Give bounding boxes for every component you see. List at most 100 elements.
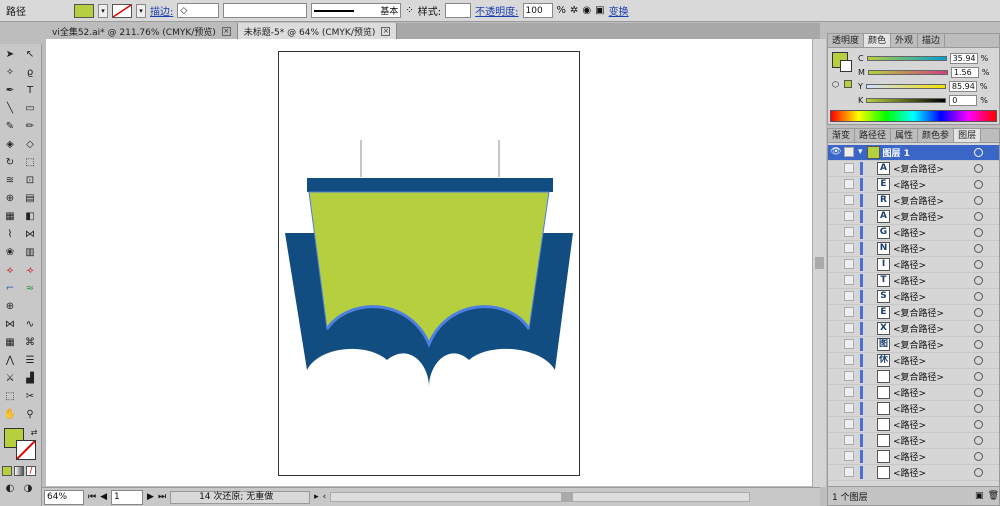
lock-toggle[interactable] xyxy=(844,355,854,366)
align-tool-icon[interactable]: ☰ xyxy=(22,354,38,368)
sublayer-row[interactable]: S <路径> xyxy=(828,289,999,305)
wave-tool-icon[interactable]: ∿ xyxy=(22,318,38,332)
live-paint-tool-icon[interactable]: ⟢ xyxy=(22,264,38,278)
direct-selection-tool-icon[interactable]: ↖ xyxy=(22,48,38,62)
recolor-icon[interactable]: ✲ xyxy=(570,5,578,16)
visibility-eye-icon[interactable] xyxy=(830,258,842,270)
stroke-swatch[interactable] xyxy=(112,3,132,18)
tab-layers[interactable]: 图层 xyxy=(954,129,982,142)
opacity-input[interactable]: 100 xyxy=(522,3,553,18)
lock-toggle[interactable] xyxy=(844,227,854,238)
lock-toggle[interactable] xyxy=(844,339,854,350)
tab-stroke[interactable]: 描边 xyxy=(918,34,946,47)
visibility-eye-icon[interactable] xyxy=(830,386,842,398)
input-y[interactable]: 85.94 xyxy=(948,80,977,92)
sublayer-row[interactable]: <路径> xyxy=(828,465,999,481)
layer-1-row[interactable]: 👁 ▾ 图层 1 xyxy=(828,145,999,161)
tab-document-1[interactable]: vi全集52.ai* @ 211.76% (CMYK/预览) × xyxy=(46,23,238,39)
input-m[interactable]: 1.56 xyxy=(950,66,979,78)
none-mode-icon[interactable]: / xyxy=(26,466,36,476)
visibility-eye-icon[interactable] xyxy=(830,226,842,238)
zoom-tool-icon[interactable]: ⚲ xyxy=(22,408,38,422)
lock-toggle[interactable] xyxy=(844,275,854,286)
lock-toggle[interactable] xyxy=(844,307,854,318)
pen-tool-icon[interactable]: ✒ xyxy=(2,84,18,98)
live-paint-selection-icon[interactable]: ⌐ xyxy=(2,282,18,296)
type-tool-icon[interactable]: T xyxy=(22,84,38,98)
slider-k[interactable] xyxy=(866,97,947,103)
stroke-weight-input[interactable]: ◇ xyxy=(177,3,220,18)
target-icon[interactable] xyxy=(974,435,983,445)
scroll-left-icon[interactable]: ‹ xyxy=(323,492,327,502)
transform-link[interactable]: 变换 xyxy=(609,3,629,18)
hand-tool-icon[interactable]: ✋ xyxy=(2,408,18,422)
rotate-tool-icon[interactable]: ↻ xyxy=(2,156,18,170)
lock-toggle[interactable] xyxy=(844,195,854,206)
lasso-tool-icon[interactable]: ϱ xyxy=(22,66,38,80)
rectangle-tool-icon[interactable]: ▭ xyxy=(22,102,38,116)
close-icon[interactable]: × xyxy=(221,26,231,36)
stroke-color-box[interactable] xyxy=(16,440,36,460)
scissors-tool-icon[interactable]: ✂ xyxy=(22,390,38,404)
swap-icon[interactable]: ⇄ xyxy=(26,426,42,440)
visibility-eye-icon[interactable] xyxy=(830,306,842,318)
expand-icon[interactable]: ▾ xyxy=(858,147,863,157)
input-c[interactable]: 35.94 xyxy=(949,52,978,64)
visibility-eye-icon[interactable] xyxy=(830,338,842,350)
visibility-eye-icon[interactable] xyxy=(830,194,842,206)
sublayer-row[interactable]: A <复合路径> xyxy=(828,161,999,177)
canvas-area[interactable] xyxy=(46,39,812,486)
isolate-icon[interactable]: ◉ xyxy=(582,5,591,16)
next-page-icon[interactable]: ▶ xyxy=(147,492,154,502)
perspective-grid-tool-icon[interactable]: ▤ xyxy=(22,192,38,206)
shape-builder-tool-icon[interactable]: ⊕ xyxy=(2,192,18,206)
sublayer-row[interactable]: N <路径> xyxy=(828,241,999,257)
lock-toggle[interactable] xyxy=(844,243,854,254)
pencil-tool-icon[interactable]: ✏ xyxy=(22,120,38,134)
target-icon[interactable] xyxy=(974,163,983,173)
lock-toggle[interactable] xyxy=(844,387,854,398)
target-icon[interactable] xyxy=(974,307,983,317)
target-icon[interactable] xyxy=(974,179,983,189)
visibility-eye-icon[interactable] xyxy=(830,322,842,334)
last-page-icon[interactable]: ⏭ xyxy=(158,492,166,502)
panel-stroke-box[interactable] xyxy=(840,60,852,72)
prev-page-icon[interactable]: ◀ xyxy=(100,492,107,502)
eyedropper-tool-icon[interactable]: ⌇ xyxy=(2,228,18,242)
slider-c[interactable] xyxy=(866,55,947,61)
envelope-tool-icon[interactable]: ⋈ xyxy=(2,318,18,332)
visibility-eye-icon[interactable] xyxy=(830,434,842,446)
target-icon[interactable] xyxy=(974,243,983,253)
sublayer-row[interactable]: <路径> xyxy=(828,417,999,433)
stroke-label[interactable]: 描边: xyxy=(150,3,173,18)
visibility-eye-icon[interactable] xyxy=(830,354,842,366)
target-icon[interactable] xyxy=(974,275,983,285)
eraser-tool-icon[interactable]: ◇ xyxy=(22,138,38,152)
lock-toggle[interactable] xyxy=(844,435,854,446)
target-icon[interactable] xyxy=(974,147,983,157)
visibility-eye-icon[interactable] xyxy=(830,210,842,222)
status-menu-icon[interactable]: ▸ xyxy=(314,492,319,502)
scroll-thumb[interactable] xyxy=(815,257,824,269)
artboard[interactable] xyxy=(278,51,580,476)
gradient-tool-icon[interactable]: ◧ xyxy=(22,210,38,224)
draw-normal-icon[interactable]: ◐ xyxy=(2,482,18,496)
first-page-icon[interactable]: ⏮ xyxy=(88,492,96,502)
sublayer-row[interactable]: 休 <路径> xyxy=(828,353,999,369)
target-icon[interactable] xyxy=(974,227,983,237)
variable-width-select[interactable] xyxy=(223,3,308,18)
style-select[interactable] xyxy=(445,3,472,18)
slider-m[interactable] xyxy=(867,69,948,75)
line-tool-icon[interactable]: ╲ xyxy=(2,102,18,116)
slice-tool-icon[interactable]: ⟡ xyxy=(2,264,18,278)
lock-toggle[interactable] xyxy=(844,179,854,190)
tab-gradient[interactable]: 渐变 xyxy=(828,129,856,142)
sublayer-row[interactable]: 图 <复合路径> xyxy=(828,337,999,353)
target-icon[interactable] xyxy=(974,419,983,429)
grid-tool-icon[interactable]: ▦ xyxy=(2,336,18,350)
fill-dropdown-icon[interactable]: ▾ xyxy=(98,3,108,18)
visibility-eye-icon[interactable] xyxy=(830,162,842,174)
zigzag-tool-icon[interactable]: ⋀ xyxy=(2,354,18,368)
close-icon[interactable]: × xyxy=(381,26,391,36)
target-icon[interactable] xyxy=(974,387,983,397)
